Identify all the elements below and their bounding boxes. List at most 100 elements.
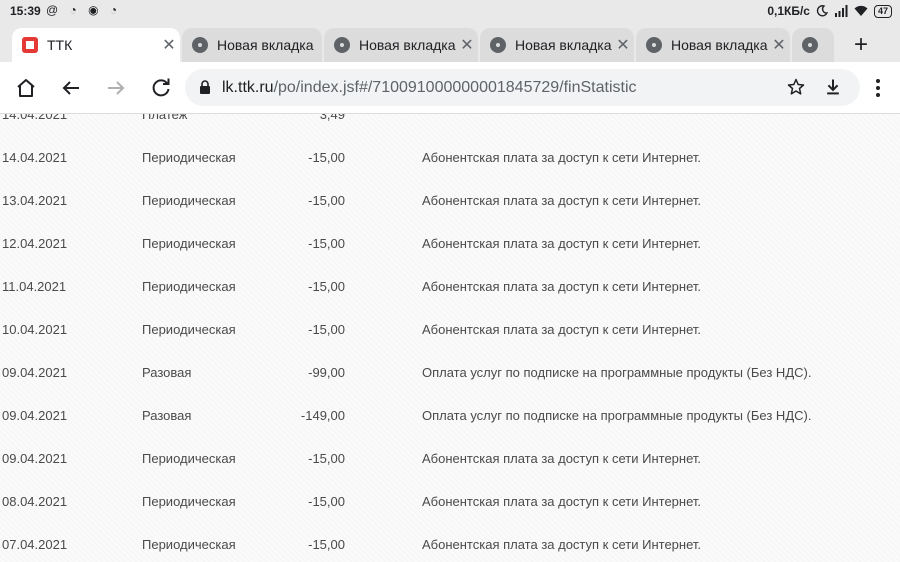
table-row: 11.04.2021 Периодическая -15,00 Абонентская… xyxy=(0,265,900,308)
menu-dots-icon[interactable] xyxy=(868,76,888,100)
table-row: 13.04.2021 Периодическая -15,00 Абонентская… xyxy=(0,179,900,222)
tab-new-4[interactable]: Новая вкладка ✕ xyxy=(636,28,790,62)
transaction-amount: -149,00 xyxy=(300,408,345,423)
tab-new-5[interactable] xyxy=(792,28,834,62)
tab-strip: ТТК ✕ Новая вкладка Новая вкладка ✕ Нова… xyxy=(0,24,900,62)
transaction-description: Абонентская плата за доступ к сети Интер… xyxy=(422,236,702,251)
transaction-amount: -15,00 xyxy=(308,451,345,466)
reload-icon[interactable] xyxy=(149,76,173,100)
download-icon[interactable] xyxy=(823,77,843,97)
chrome-icon xyxy=(192,37,208,53)
transaction-amount: -99,00 xyxy=(308,365,345,380)
table-row: 09.04.2021 Разовая -149,00 Оплата услуг по … xyxy=(0,394,900,437)
tab-new-1[interactable]: Новая вкладка xyxy=(182,28,322,62)
tab-title: ТТК xyxy=(47,37,73,53)
bookmark-star-icon[interactable] xyxy=(786,77,806,97)
wifi-icon xyxy=(854,5,868,16)
transaction-description: Абонентская плата за доступ к сети Интер… xyxy=(422,279,702,294)
transaction-amount: -15,00 xyxy=(308,236,345,251)
table-row: 07.04.2021 Периодическая -15,00 Абонентская… xyxy=(0,523,900,562)
transaction-description: Абонентская плата за доступ к сети Интер… xyxy=(422,494,702,509)
transaction-type: Периодическая xyxy=(142,537,236,552)
transaction-date: 11.04.2021 xyxy=(2,279,67,294)
transaction-type: Периодическая xyxy=(142,322,236,337)
signal-icon xyxy=(834,5,848,17)
clock: 15:39 xyxy=(10,4,41,18)
table-row: 12.04.2021 Периодическая -15,00 Абонентская… xyxy=(0,222,900,265)
transaction-type: Периодическая xyxy=(142,150,236,165)
chrome-icon xyxy=(334,37,350,53)
transaction-type: Разовая xyxy=(142,365,192,380)
network-speed: 0,1КБ/с xyxy=(767,4,810,18)
table-row: 10.04.2021 Периодическая -15,00 Абонентская… xyxy=(0,308,900,351)
transaction-type: Периодическая xyxy=(142,236,236,251)
url-text[interactable]: lk.ttk.ru/po/index.jsf#/7100910000000018… xyxy=(222,79,637,97)
close-tab-icon[interactable]: ✕ xyxy=(456,35,478,55)
tab-ttk[interactable]: ТТК ✕ xyxy=(12,28,180,62)
transaction-type: Периодическая xyxy=(142,494,236,509)
tab-title: Новая вкладка xyxy=(217,37,314,53)
transaction-date: 10.04.2021 xyxy=(2,322,68,337)
new-tab-button[interactable]: + xyxy=(847,31,875,59)
transaction-amount: -15,00 xyxy=(308,150,345,165)
transaction-type: Периодическая xyxy=(142,193,236,208)
chrome-icon xyxy=(490,37,506,53)
tab-new-2[interactable]: Новая вкладка ✕ xyxy=(324,28,478,62)
transaction-description: Абонентская плата за доступ к сети Интер… xyxy=(422,537,702,552)
url-path: /po/index.jsf#/710091000000001845729/fin… xyxy=(273,79,637,96)
transaction-type: Периодическая xyxy=(142,279,236,294)
table-row: 09.04.2021 Периодическая -15,00 Абонентская… xyxy=(0,437,900,480)
transaction-amount: 3,49 xyxy=(319,114,345,122)
ttk-logo-icon xyxy=(22,37,38,53)
chrome-icon xyxy=(802,37,818,53)
transaction-amount: -15,00 xyxy=(308,322,345,337)
home-icon[interactable] xyxy=(14,76,38,100)
table-row: 14.04.2021 Платеж 3,49 xyxy=(0,114,900,136)
transaction-date: 08.04.2021 xyxy=(2,494,68,509)
transaction-description: Оплата услуг по подписке на программные … xyxy=(422,365,812,380)
table-row: 09.04.2021 Разовая -99,00 Оплата услуг по п… xyxy=(0,351,900,394)
transaction-type: Периодическая xyxy=(142,451,236,466)
address-bar[interactable]: lk.ttk.ru/po/index.jsf#/7100910000000018… xyxy=(185,69,860,106)
transaction-date: 13.04.2021 xyxy=(2,193,68,208)
close-tab-icon[interactable]: ✕ xyxy=(612,35,634,55)
transaction-description: Оплата услуг по подписке на программные … xyxy=(422,408,812,423)
transaction-date: 09.04.2021 xyxy=(2,408,68,423)
transaction-date: 14.04.2021 xyxy=(2,150,68,165)
forward-arrow-icon[interactable] xyxy=(104,76,128,100)
transaction-description: Абонентская плата за доступ к сети Интер… xyxy=(422,193,702,208)
chrome-icon xyxy=(646,37,662,53)
transactions-list: 14.04.2021 Платеж 3,49 14.04.2021 Периодичес… xyxy=(0,114,900,562)
moon-icon xyxy=(816,5,828,17)
battery-icon: 47 xyxy=(873,4,892,18)
tab-title: Новая вкладка xyxy=(515,37,612,53)
transaction-description: Абонентская плата за доступ к сети Интер… xyxy=(422,451,702,466)
notification-icons: @ ◔ ◉ ◔ xyxy=(46,3,122,17)
table-row: 08.04.2021 Периодическая -15,00 Абонентская… xyxy=(0,480,900,523)
tab-new-3[interactable]: Новая вкладка ✕ xyxy=(480,28,634,62)
transaction-description: Абонентская плата за доступ к сети Интер… xyxy=(422,150,702,165)
table-row: 14.04.2021 Периодическая -15,00 Абонентская… xyxy=(0,136,900,179)
transaction-date: 12.04.2021 xyxy=(2,236,68,251)
page-content: 14.04.2021 Платеж 3,49 14.04.2021 Периодичес… xyxy=(0,114,900,562)
close-tab-icon[interactable]: ✕ xyxy=(768,35,790,55)
status-right: 0,1КБ/с 47 xyxy=(767,4,892,18)
transaction-amount: -15,00 xyxy=(308,494,345,509)
transaction-date: 09.04.2021 xyxy=(2,365,68,380)
status-bar: 15:39 @ ◔ ◉ ◔ 0,1КБ/с 47 xyxy=(0,0,900,24)
back-arrow-icon[interactable] xyxy=(59,76,83,100)
transaction-date: 07.04.2021 xyxy=(2,537,68,552)
transaction-amount: -15,00 xyxy=(308,537,345,552)
tab-title: Новая вкладка xyxy=(671,37,768,53)
transaction-date: 09.04.2021 xyxy=(2,451,68,466)
browser-toolbar: lk.ttk.ru/po/index.jsf#/7100910000000018… xyxy=(0,62,900,114)
close-tab-icon[interactable]: ✕ xyxy=(158,35,180,55)
transaction-type: Разовая xyxy=(142,408,192,423)
transaction-amount: -15,00 xyxy=(308,279,345,294)
transaction-date: 14.04.2021 xyxy=(2,114,68,122)
transaction-amount: -15,00 xyxy=(308,193,345,208)
transaction-description: Абонентская плата за доступ к сети Интер… xyxy=(422,322,702,337)
tab-title: Новая вкладка xyxy=(359,37,456,53)
lock-icon[interactable] xyxy=(199,80,211,95)
transaction-type: Платеж xyxy=(142,114,188,122)
